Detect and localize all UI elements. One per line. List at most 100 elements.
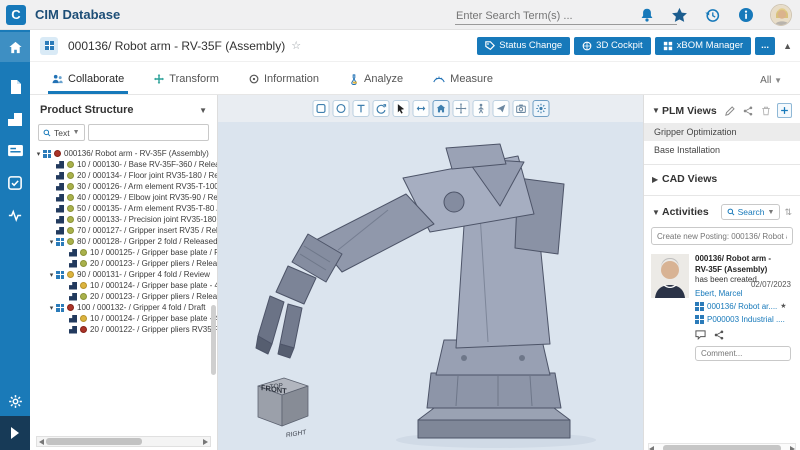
redo-button[interactable] (372, 100, 389, 117)
text-markup-button[interactable] (352, 100, 369, 117)
tree-item[interactable]: ▾70 / 000127- / Gripper insert RV35 / Re… (30, 225, 217, 236)
favorites-star-icon[interactable] (671, 7, 688, 24)
viewer-settings-button[interactable] (532, 100, 549, 117)
history-icon[interactable] (704, 7, 721, 24)
pan-button[interactable] (412, 100, 429, 117)
sidebar-item-boards[interactable] (0, 136, 30, 166)
chevron-right-icon[interactable]: ▶ (652, 175, 662, 184)
activities-search-dropdown[interactable]: Search ▼ (721, 204, 781, 220)
status-dot-yellow (80, 315, 87, 322)
sidebar-item-settings[interactable] (0, 386, 30, 416)
post-author-link[interactable]: Ebert, Marcel (695, 289, 793, 298)
sidebar-collapse-button[interactable] (0, 416, 30, 450)
tab-transform[interactable]: Transform (150, 73, 223, 94)
expand-caret-icon[interactable]: ▾ (47, 238, 56, 246)
collapse-header-caret[interactable]: ▲ (783, 41, 792, 51)
tree-item[interactable]: ▾10 / 000130- / Base RV-35F-360 / Releas (30, 159, 217, 170)
bell-icon[interactable] (638, 7, 655, 24)
tree-item[interactable]: ▾20 / 000134- / Floor joint RV35-180 / R… (30, 170, 217, 181)
robot-arm-model[interactable]: TOP FRONT RIGHT (218, 122, 643, 450)
tab-information[interactable]: Information (245, 73, 323, 94)
plm-view-item[interactable]: Base Installation (644, 141, 800, 159)
plm-view-item[interactable]: Gripper Optimization (644, 123, 800, 141)
tree-item[interactable]: ▾100 / 000132- / Gripper 4 fold / Draft (30, 302, 217, 313)
view-filter-dropdown[interactable]: All ▼ (760, 75, 782, 86)
tree-item[interactable]: ▾000136/ Robot arm - RV-35F (Assembly) (30, 148, 217, 159)
favorite-star-icon[interactable]: ★ (780, 302, 786, 310)
scroll-right-arrow[interactable] (201, 437, 210, 446)
trash-icon[interactable] (759, 104, 772, 117)
tree-item[interactable]: ▾90 / 000131- / Gripper 4 fold / Review (30, 269, 217, 280)
structure-search-input[interactable] (88, 124, 209, 141)
app-logo[interactable]: C (6, 5, 26, 25)
tree-horizontal-scrollbar[interactable] (36, 436, 211, 447)
search-mode-dropdown[interactable]: Text ▼ (38, 124, 85, 141)
sidebar-item-activity[interactable] (0, 200, 30, 230)
snapshot-button[interactable] (512, 100, 529, 117)
sort-icon[interactable]: ⇅ (784, 207, 792, 218)
tree-item[interactable]: ▾10 / 000125- / Gripper base plate / R (30, 247, 217, 258)
plm-views-header[interactable]: ▼ PLM Views (644, 95, 800, 123)
sidebar-item-home[interactable] (0, 32, 30, 62)
plus-icon (780, 106, 789, 115)
view-cube[interactable]: TOP FRONT RIGHT (258, 378, 308, 439)
move-button[interactable] (452, 100, 469, 117)
tree-item[interactable]: ▾60 / 000133- / Precision joint RV35-180 (30, 214, 217, 225)
walk-mode-button[interactable] (472, 100, 489, 117)
cad-views-header[interactable]: ▶ CAD Views (644, 165, 800, 190)
expand-caret-icon[interactable]: ▾ (47, 304, 56, 312)
scroll-left-arrow[interactable] (37, 437, 46, 446)
tree-item[interactable]: ▾20 / 000122- / Gripper pliers RV35-R (30, 324, 217, 335)
activities-horizontal-scrollbar[interactable] (648, 443, 796, 450)
tree-item[interactable]: ▾20 / 000123- / Gripper pliers / Relea (30, 258, 217, 269)
tree-item[interactable]: ▾50 / 000135- / Arm element RV35-T-80 / (30, 203, 217, 214)
new-posting-input[interactable] (651, 227, 793, 245)
top-bar: C CIM Database (0, 0, 800, 30)
tree-item[interactable]: ▾20 / 000123- / Gripper pliers / Relea (30, 291, 217, 302)
fly-mode-button[interactable] (492, 100, 509, 117)
tree-item[interactable]: ▾30 / 000126- / Arm element RV35-T-100 (30, 181, 217, 192)
comment-icon[interactable] (695, 330, 706, 340)
user-avatar[interactable] (770, 4, 792, 26)
xbom-manager-button[interactable]: xBOM Manager (655, 37, 752, 55)
home-view-button[interactable] (432, 100, 449, 117)
chevron-down-icon[interactable]: ▼ (652, 208, 662, 217)
tree-item[interactable]: ▾10 / 000124- / Gripper base plate - 4 (30, 313, 217, 324)
sidebar-item-parts[interactable] (0, 104, 30, 134)
favorite-star-icon[interactable]: ☆ (291, 39, 301, 52)
comment-input[interactable] (695, 346, 791, 361)
tree-item-label: 10 / 000124- / Gripper base plate - 4 (90, 314, 217, 323)
chevron-down-icon[interactable]: ▼ (199, 106, 207, 115)
tab-collaborate[interactable]: Collaborate (48, 73, 128, 94)
tab-measure[interactable]: Measure (429, 73, 497, 94)
tab-analyze[interactable]: Analyze (345, 73, 407, 94)
tree-item[interactable]: ▾40 / 000129- / Elbow joint RV35-90 / Re… (30, 192, 217, 203)
info-icon[interactable] (737, 7, 754, 24)
scroll-right-arrow[interactable] (790, 446, 795, 450)
share-icon[interactable] (741, 104, 754, 117)
more-actions-button[interactable]: ... (755, 37, 775, 55)
chevron-down-icon[interactable]: ▼ (652, 106, 662, 115)
edit-icon[interactable] (723, 104, 736, 117)
post-object-link[interactable]: 000136/ Robot ar.... ★ (695, 302, 793, 311)
status-change-button[interactable]: Status Change (477, 37, 570, 55)
add-view-button[interactable] (777, 103, 792, 118)
product-structure-tree: ▾000136/ Robot arm - RV-35F (Assembly)▾1… (30, 148, 217, 335)
tree-item[interactable]: ▾80 / 000128- / Gripper 2 fold / Release… (30, 236, 217, 247)
rect-markup-button[interactable] (312, 100, 329, 117)
tree-item-label: 20 / 000122- / Gripper pliers RV35-R (90, 325, 217, 334)
3d-viewer[interactable]: TOP FRONT RIGHT (218, 95, 643, 450)
sidebar-item-documents[interactable] (0, 72, 30, 102)
select-cursor-button[interactable] (392, 100, 409, 117)
sidebar-item-tasks[interactable] (0, 168, 30, 198)
expand-caret-icon[interactable]: ▾ (34, 150, 43, 158)
tree-vertical-scrollbar[interactable] (211, 245, 216, 405)
circle-markup-button[interactable] (332, 100, 349, 117)
tab-bar: Collaborate Transform Information Analyz… (30, 62, 800, 95)
tree-item[interactable]: ▾10 / 000124- / Gripper base plate - 4 (30, 280, 217, 291)
scroll-left-arrow[interactable] (649, 446, 654, 450)
post-project-link[interactable]: P000003 Industrial .... (695, 315, 793, 324)
expand-caret-icon[interactable]: ▾ (47, 271, 56, 279)
3d-cockpit-button[interactable]: 3D Cockpit (574, 37, 650, 55)
share-icon[interactable] (714, 330, 724, 340)
